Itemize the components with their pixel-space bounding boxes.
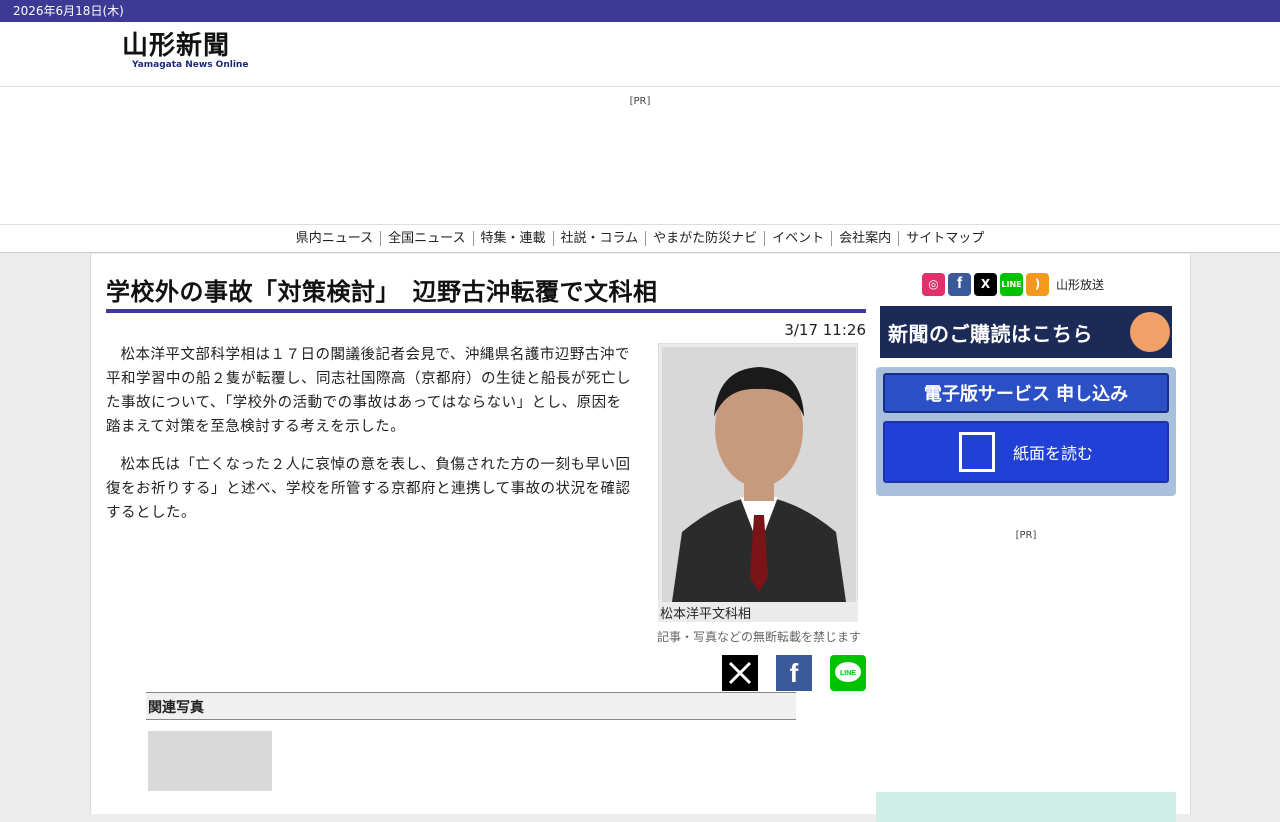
mascot-icon <box>1130 312 1170 352</box>
rss-icon[interactable]: ) <box>1026 272 1049 296</box>
content-area: 学校外の事故「対策検討」 辺野古沖転覆で文科相 3/17 11:26 松本洋平文… <box>90 254 1191 822</box>
photo-caption: 松本洋平文科相 <box>658 600 858 622</box>
line-icon[interactable]: LINE <box>830 655 866 691</box>
x-icon[interactable]: X <box>974 272 997 296</box>
nav-sitemap[interactable]: サイトマップ <box>898 231 991 246</box>
global-nav: 県内ニュース 全国ニュース 特集・連載 社説・コラム やまがた防災ナビ イベント… <box>0 225 1280 253</box>
site-header: 山形新聞 Yamagata News Online <box>0 22 1280 87</box>
article-main: 学校外の事故「対策検討」 辺野古沖転覆で文科相 3/17 11:26 松本洋平文… <box>106 272 866 691</box>
related-heading: 関連写真 <box>146 692 796 720</box>
nav-editorials[interactable]: 社説・コラム <box>552 231 646 246</box>
ad-pr-label: [PR] <box>629 96 651 107</box>
facebook-icon[interactable]: f <box>776 655 812 691</box>
article-paragraph: 松本氏は「亡くなった２人に哀悼の意を表し、負傷された方の一刻も早い回復をお祈りす… <box>106 457 631 521</box>
portrait-image <box>662 347 856 602</box>
article-content: 松本洋平文部科学相は１７日の閣議後記者会見で、沖縄県名護市辺野古沖で平和学習中の… <box>106 343 866 691</box>
related-thumbnail[interactable] <box>148 731 272 791</box>
article-body: 松本洋平文部科学相は１７日の閣議後記者会見で、沖縄県名護市辺野古沖で平和学習中の… <box>106 343 636 691</box>
instagram-icon[interactable]: ◎ <box>922 272 945 296</box>
subscribe-banner[interactable]: 新聞のご購読はこちら <box>880 306 1172 358</box>
nav-disaster[interactable]: やまがた防災ナビ <box>645 231 764 246</box>
site-logo[interactable]: 山形新聞 Yamagata News Online <box>122 32 252 70</box>
nav-events[interactable]: イベント <box>764 231 831 246</box>
top-ad-area: [PR] <box>0 87 1280 225</box>
sidebar-pr-label: [PR] <box>1015 530 1037 541</box>
logo-subtitle: Yamagata News Online <box>132 60 249 70</box>
social-links: ◎ f X LINE ) 山形放送 <box>922 272 1176 296</box>
x-icon[interactable] <box>722 655 758 691</box>
copyright-notice: 記事・写真などの無断転載を禁じます <box>656 630 861 644</box>
digital-edition-box: 電子版サービス 申し込み 紙面を読む <box>876 367 1176 496</box>
sidebar-banner[interactable] <box>876 792 1176 822</box>
date-bar: 2026年6月18日(木) <box>0 0 1280 22</box>
article-time: 3/17 11:26 <box>784 321 866 339</box>
related-photos: 関連写真 <box>146 692 796 791</box>
read-paper-label: 紙面を読む <box>1012 444 1093 463</box>
nav-local-news[interactable]: 県内ニュース <box>289 231 380 246</box>
sidebar: ◎ f X LINE ) 山形放送 新聞のご購読はこちら 電子版サービス 申し込… <box>876 272 1176 822</box>
digital-service-button[interactable]: 電子版サービス 申し込み <box>883 373 1169 413</box>
newspaper-icon <box>958 432 995 472</box>
article-title: 学校外の事故「対策検討」 辺野古沖転覆で文科相 <box>106 272 866 313</box>
read-paper-button[interactable]: 紙面を読む <box>883 421 1169 483</box>
svg-text:LINE: LINE <box>840 670 856 677</box>
facebook-icon[interactable]: f <box>948 272 971 296</box>
photo-column: 松本洋平文科相 記事・写真などの無断転載を禁じます f LINE <box>657 343 866 691</box>
nav-national-news[interactable]: 全国ニュース <box>380 231 472 246</box>
ybc-link[interactable]: 山形放送 <box>1056 276 1104 293</box>
nav-company[interactable]: 会社案内 <box>831 231 898 246</box>
article-photo[interactable] <box>658 343 858 615</box>
article-paragraph: 松本洋平文部科学相は１７日の閣議後記者会見で、沖縄県名護市辺野古沖で平和学習中の… <box>106 347 631 435</box>
subscribe-label: 新聞のご購読はこちら <box>888 321 1093 346</box>
share-buttons: f LINE <box>658 655 866 691</box>
line-icon[interactable]: LINE <box>1000 272 1023 296</box>
logo-title: 山形新聞 <box>122 31 231 61</box>
nav-features[interactable]: 特集・連載 <box>472 231 553 246</box>
